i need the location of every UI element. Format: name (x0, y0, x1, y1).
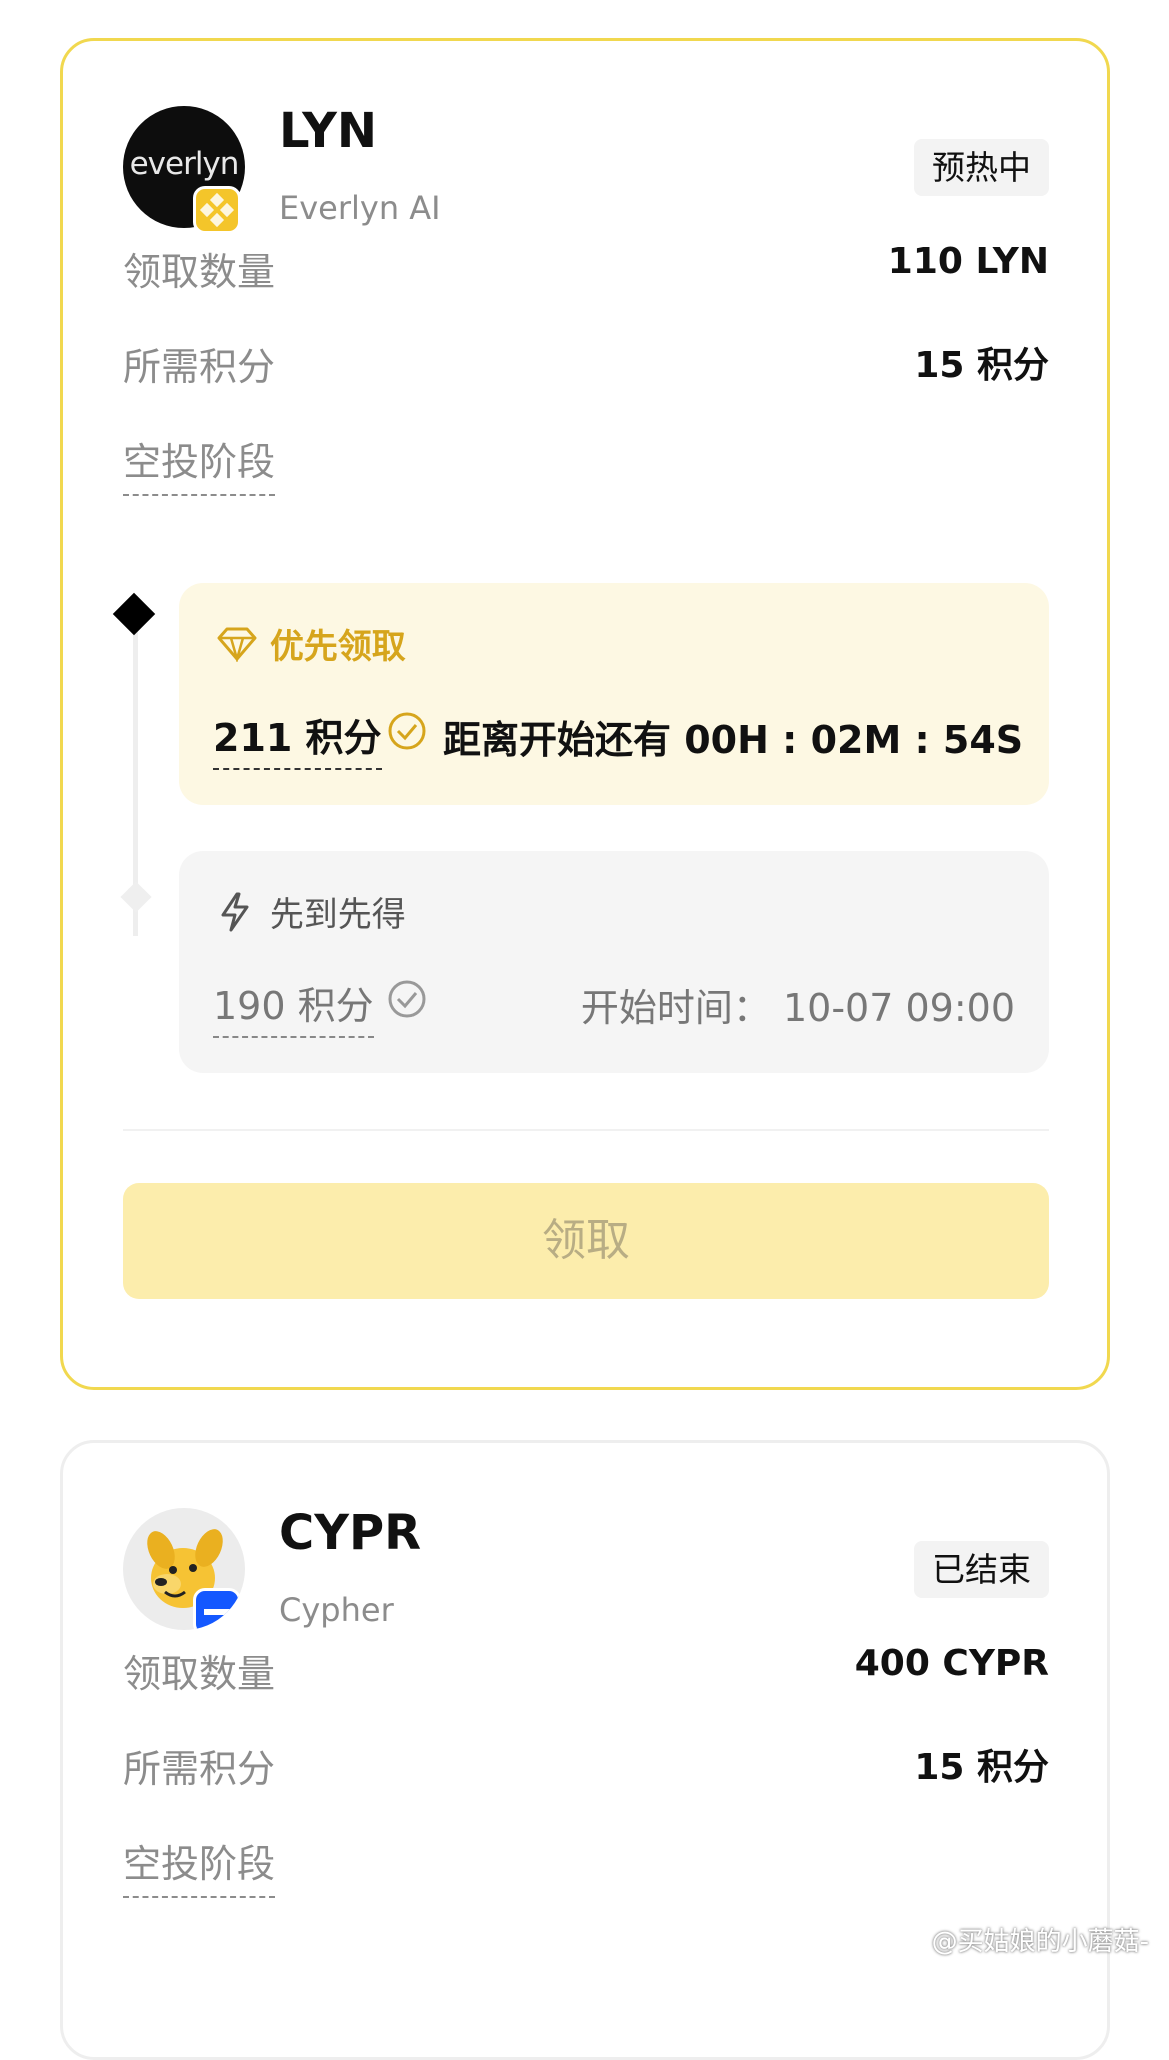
status-badge: 已结束 (914, 1541, 1049, 1598)
status-badge: 预热中 (914, 139, 1049, 196)
timeline-inactive-marker (120, 881, 152, 913)
check-circle-icon (388, 712, 426, 750)
lightning-icon (215, 891, 259, 942)
countdown-text: 距离开始还有 00H : 02M : 54S (443, 718, 1024, 762)
claim-amount-label: 领取数量 (123, 1652, 276, 1696)
airdrop-phase-label[interactable]: 空投阶段 (123, 1833, 276, 1898)
airdrop-phase-label[interactable]: 空投阶段 (123, 431, 276, 496)
token-symbol: LYN (279, 103, 378, 159)
divider (123, 1129, 1049, 1131)
required-points-value: 15 积分 (914, 1747, 1049, 1788)
start-time-text: 开始时间： 10-07 09:00 (580, 986, 1015, 1030)
timeline-active-marker (112, 592, 156, 636)
claim-amount-row: 领取数量 400 CYPR (123, 1643, 1049, 1696)
base-chain-icon (193, 1588, 241, 1630)
logo-text: everlyn (129, 146, 240, 182)
required-points-label: 所需积分 (123, 1747, 276, 1791)
token-symbol: CYPR (279, 1505, 422, 1561)
required-points-label: 所需积分 (123, 345, 276, 389)
stage-first-come: 先到先得 190 积分 开始时间： 10-07 09:00 (179, 851, 1049, 1073)
required-points-value: 15 积分 (914, 345, 1049, 386)
airdrop-card-cypr: CYPR Cypher 已结束 领取数量 400 CYPR 所需积分 15 积分… (60, 1440, 1110, 2060)
diamond-icon (215, 626, 259, 671)
stage-points[interactable]: 190 积分 (213, 975, 374, 1038)
required-points-row: 所需积分 15 积分 (123, 336, 1049, 389)
stage-title: 优先领取 (269, 627, 406, 667)
check-circle-icon (388, 980, 426, 1018)
airdrop-card-lyn: everlyn LYN Everlyn AI 预热中 领取数量 110 LYN … (60, 38, 1110, 1390)
watermark: @买姑娘的小蘑菇- (931, 1927, 1149, 1957)
claim-amount-row: 领取数量 110 LYN (123, 241, 1049, 294)
stage-title: 先到先得 (269, 895, 406, 935)
token-avatar (123, 1508, 245, 1630)
claim-amount-value: 400 CYPR (854, 1643, 1049, 1684)
bnb-chain-icon (193, 186, 241, 234)
required-points-row: 所需积分 15 积分 (123, 1738, 1049, 1791)
claim-amount-label: 领取数量 (123, 250, 276, 294)
stage-header: 优先领取 (215, 619, 406, 671)
stage-points[interactable]: 211 积分 (213, 707, 382, 770)
token-avatar: everlyn (123, 106, 245, 234)
token-name: Everlyn AI (279, 189, 441, 227)
stage-priority-claim: 优先领取 211 积分 距离开始还有 00H : 02M : 54S (179, 583, 1049, 805)
stage-header: 先到先得 (215, 887, 406, 942)
claim-button[interactable]: 领取 (123, 1183, 1049, 1299)
token-name: Cypher (279, 1591, 394, 1629)
claim-amount-value: 110 LYN (887, 241, 1049, 282)
